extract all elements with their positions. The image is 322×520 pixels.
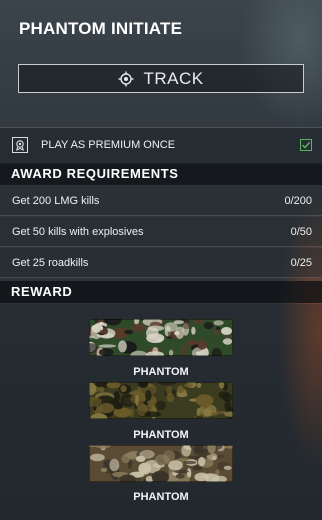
camo-swatch <box>89 445 233 482</box>
reward-label: PHANTOM <box>133 429 189 441</box>
challenge-title: PHANTOM INITIATE <box>19 19 183 38</box>
camo-swatch <box>89 319 233 356</box>
camo-swatch <box>89 382 233 419</box>
requirement-row: Get 25 roadkills 0/25 <box>0 248 322 278</box>
reward-label: PHANTOM <box>133 491 189 503</box>
reward-label: PHANTOM <box>133 366 189 378</box>
requirement-name: Get 25 roadkills <box>12 257 89 269</box>
requirement-name: Get 200 LMG kills <box>12 195 100 207</box>
reward-header: REWARD <box>0 281 322 303</box>
checkmark-icon <box>301 141 311 149</box>
crosshair-icon <box>118 71 134 87</box>
premium-checkbox[interactable] <box>300 139 312 151</box>
award-requirements-header: AWARD REQUIREMENTS <box>0 163 322 185</box>
requirement-progress: 0/50 <box>290 226 312 238</box>
requirement-progress: 0/25 <box>290 257 312 269</box>
track-label: TRACK <box>143 68 204 88</box>
requirement-row: Get 50 kills with explosives 0/50 <box>0 217 322 247</box>
track-button[interactable]: TRACK <box>18 64 304 93</box>
premium-row: PLAY AS PREMIUM ONCE <box>0 127 322 164</box>
premium-icon <box>12 137 28 153</box>
requirement-progress: 0/200 <box>284 195 312 207</box>
premium-label: PLAY AS PREMIUM ONCE <box>41 139 176 151</box>
challenge-panel: PHANTOM INITIATE TRACK PLAY AS PREMIUM O… <box>0 0 322 520</box>
requirement-name: Get 50 kills with explosives <box>12 226 144 238</box>
requirement-row: Get 200 LMG kills 0/200 <box>0 186 322 216</box>
